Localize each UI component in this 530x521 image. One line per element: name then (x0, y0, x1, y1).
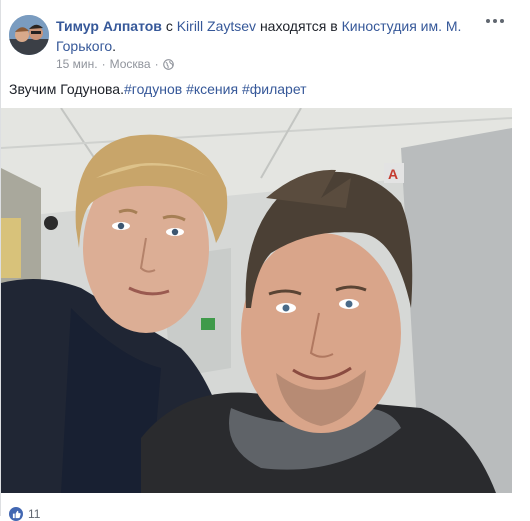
post-timestamp[interactable]: 15 мин. (56, 57, 98, 71)
post-caption: Звучим Годунова.#годунов #ксения #филаре… (9, 79, 519, 99)
location-suffix: . (112, 38, 117, 54)
tagged-person-link[interactable]: Kirill Zaytsev (177, 18, 256, 34)
globe-icon[interactable] (162, 58, 174, 70)
reactions-bar[interactable]: 11 (9, 507, 40, 521)
post-photo[interactable]: A (1, 108, 512, 493)
meta-separator: · (101, 57, 106, 71)
hashtag-link[interactable]: #годунов (124, 81, 182, 97)
location-prefix: находятся в (259, 18, 338, 34)
more-dot-icon (486, 19, 490, 23)
hashtag-link[interactable]: #филарет (242, 81, 307, 97)
caption-text: Звучим Годунова. (9, 81, 124, 97)
post-card: Тимур Алпатов с Kirill Zaytsev находятся… (0, 0, 530, 521)
svg-text:A: A (388, 166, 398, 182)
author-name[interactable]: Тимур Алпатов (56, 18, 162, 34)
more-dot-icon (500, 19, 504, 23)
post-options-button[interactable] (485, 13, 505, 29)
more-dot-icon (493, 19, 497, 23)
reaction-count[interactable]: 11 (28, 507, 40, 521)
like-icon (9, 507, 23, 521)
with-prefix: с (165, 18, 173, 34)
hashtag-link[interactable]: #ксения (186, 81, 238, 97)
meta-separator: · (154, 57, 159, 71)
post-place[interactable]: Москва (110, 57, 151, 71)
author-avatar[interactable] (9, 15, 49, 55)
post-header: Тимур Алпатов с Kirill Zaytsev находятся… (56, 16, 476, 56)
post-meta: 15 мин. · Москва · (56, 57, 174, 71)
